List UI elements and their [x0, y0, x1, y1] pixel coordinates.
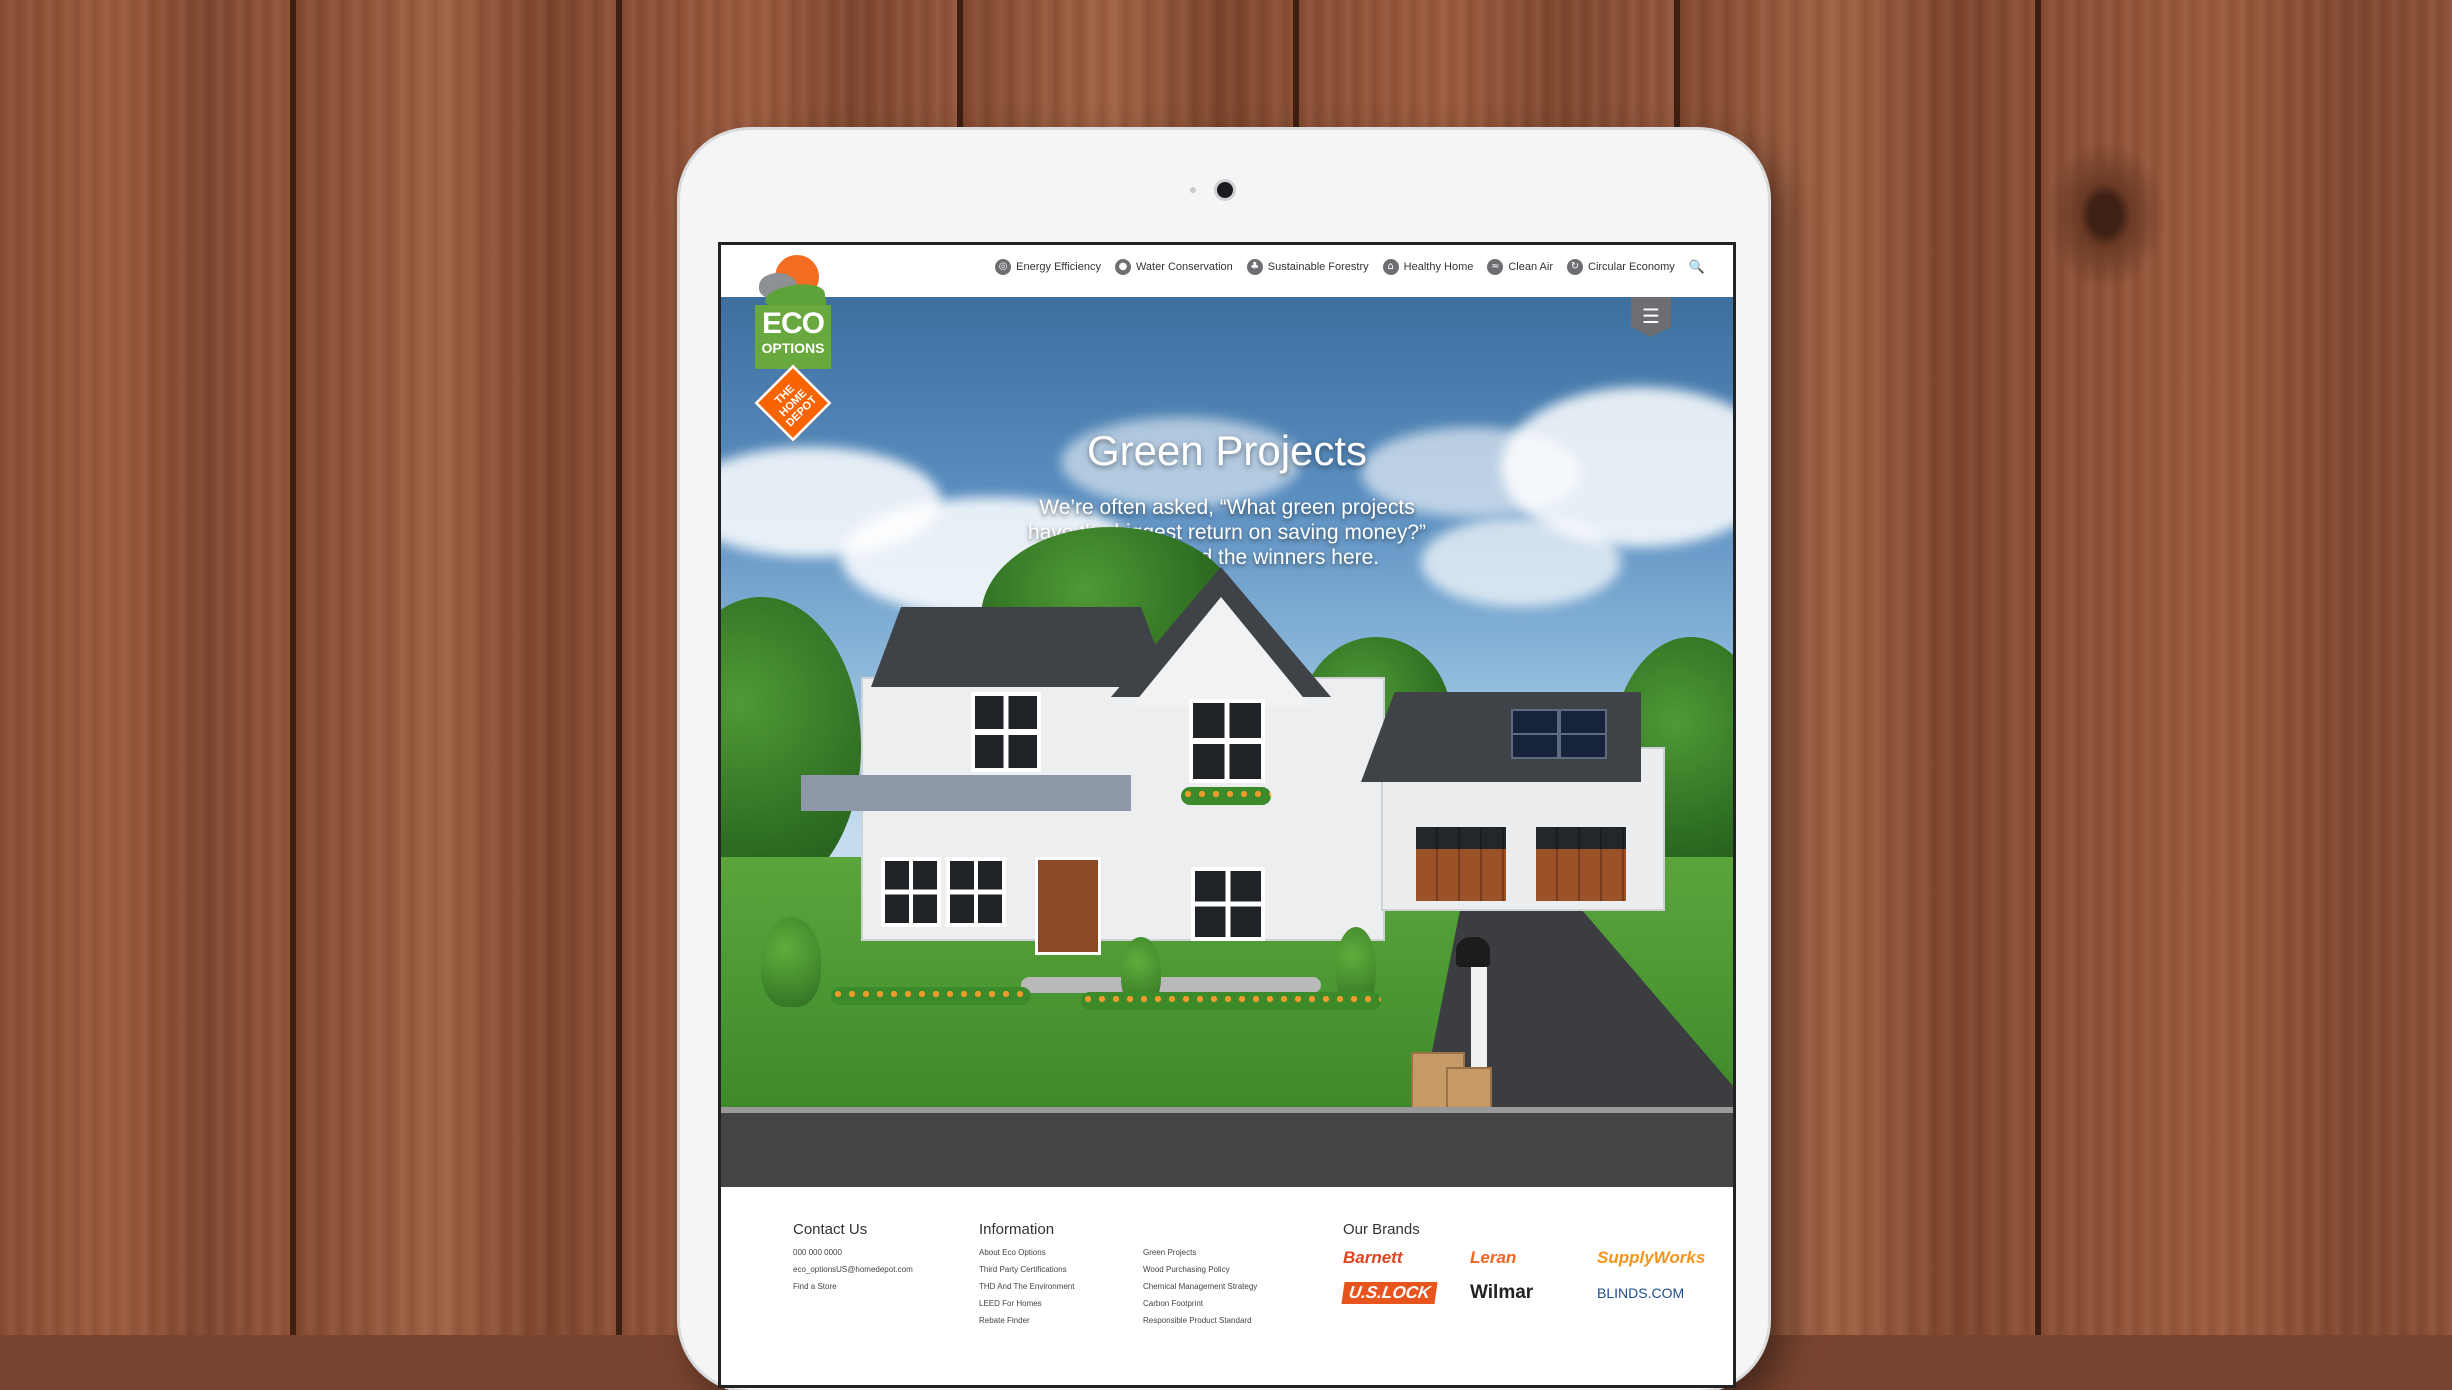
window-flower-box [1181, 787, 1271, 805]
footer-information: Information About Eco Options Third Part… [979, 1221, 1074, 1333]
house-window [1191, 867, 1265, 941]
nav-label: Clean Air [1508, 261, 1553, 273]
top-nav: ◎ Energy Efficiency ● Water Conservation… [995, 259, 1705, 275]
site-footer: Contact Us 000 000 0000 eco_optionsUS@ho… [721, 1187, 1733, 1385]
wood-knot [2045, 140, 2165, 290]
hero-line: have the biggest return on saving money?… [1027, 521, 1427, 544]
nav-water-conservation[interactable]: ● Water Conservation [1114, 259, 1233, 275]
brand-barnett-logo[interactable]: Barnett [1343, 1248, 1458, 1268]
tablet-device: ◎ Energy Efficiency ● Water Conservation… [680, 130, 1768, 1390]
flower-bed [1081, 992, 1381, 1010]
brand-uslock-logo[interactable]: U.S.LOCK [1341, 1282, 1438, 1304]
solar-panel [1511, 709, 1607, 759]
nav-label: Healthy Home [1403, 261, 1474, 273]
logo-eco-badge: ECO OPTIONS [755, 305, 831, 369]
footer-link[interactable]: Chemical Management Strategy [1143, 1282, 1257, 1291]
footer-brands: Our Brands Barnett Leran SupplyWorks U.S… [1341, 1221, 1712, 1304]
house-window [1189, 699, 1265, 783]
porch-roof [801, 775, 1131, 811]
footer-contact: Contact Us 000 000 0000 eco_optionsUS@ho… [793, 1221, 913, 1299]
nav-energy-efficiency[interactable]: ◎ Energy Efficiency [995, 259, 1101, 275]
hamburger-menu-icon[interactable]: ☰ [1631, 297, 1671, 337]
footer-link[interactable]: Wood Purchasing Policy [1143, 1265, 1257, 1274]
site-header: ◎ Energy Efficiency ● Water Conservation… [721, 245, 1733, 297]
footer-phone[interactable]: 000 000 0000 [793, 1248, 913, 1257]
walkway [1021, 977, 1321, 993]
nav-circular-economy[interactable]: ↻ Circular Economy [1567, 259, 1675, 275]
gauge-icon: ◎ [995, 259, 1012, 275]
tree-icon: ♣ [1246, 259, 1263, 275]
footer-heading: Contact Us [793, 1221, 868, 1238]
brand-wilmar-logo[interactable]: Wilmar [1470, 1282, 1585, 1304]
hero-banner: ☰ Green Projects We’re often asked, “Wha… [721, 297, 1733, 1187]
water-drop-icon: ● [1114, 259, 1131, 275]
nav-label: Water Conservation [1135, 261, 1233, 273]
brand-leran-logo[interactable]: Leran [1470, 1248, 1585, 1268]
brand-blinds-logo[interactable]: BLINDS.COM [1597, 1282, 1712, 1304]
logo-eco-text: ECO [761, 307, 825, 340]
home-icon: ⌂ [1382, 259, 1399, 275]
flower-bed [831, 987, 1031, 1005]
footer-email[interactable]: eco_optionsUS@homedepot.com [793, 1265, 913, 1274]
footer-find-store[interactable]: Find a Store [793, 1282, 913, 1291]
brand-logos: Barnett Leran SupplyWorks U.S.LOCK Wilma… [1341, 1248, 1712, 1304]
house-window [971, 692, 1041, 772]
footer-link[interactable]: About Eco Options [979, 1248, 1074, 1257]
hero-line: We’ve outlined the winners here. [1074, 546, 1380, 569]
footer-link[interactable]: Responsible Product Standard [1143, 1316, 1257, 1325]
cycle-icon: ↻ [1567, 259, 1583, 275]
house-window [881, 857, 941, 927]
hero-line: We’re often asked, “What green projects [1039, 496, 1415, 519]
tablet-sensor [1190, 187, 1196, 193]
wood-plank [0, 0, 296, 1335]
nav-label: Energy Efficiency [1016, 261, 1101, 273]
nav-label: Circular Economy [1588, 261, 1675, 273]
house-roof [871, 607, 1171, 687]
footer-information-col2: Green Projects Wood Purchasing Policy Ch… [1143, 1248, 1257, 1333]
nav-sustainable-forestry[interactable]: ♣ Sustainable Forestry [1246, 259, 1369, 275]
nav-label: Sustainable Forestry [1267, 261, 1369, 273]
footer-link[interactable]: Third Party Certifications [979, 1265, 1074, 1274]
footer-link[interactable]: Rebate Finder [979, 1316, 1074, 1325]
eco-options-logo[interactable]: ECO OPTIONS THE HOME DEPOT [754, 253, 832, 442]
tablet-camera [1217, 182, 1233, 198]
footer-link[interactable]: THD And The Environment [979, 1282, 1074, 1291]
street [721, 1107, 1733, 1187]
logo-options-text: OPTIONS [761, 340, 825, 356]
shrub [761, 917, 821, 1007]
footer-link[interactable]: Carbon Footprint [1143, 1299, 1257, 1308]
footer-heading: Our Brands [1343, 1221, 1420, 1238]
wood-plank [296, 0, 622, 1335]
house-window [946, 857, 1006, 927]
footer-heading: Information [979, 1221, 1055, 1238]
nav-healthy-home[interactable]: ⌂ Healthy Home [1382, 259, 1474, 275]
brand-supplyworks-logo[interactable]: SupplyWorks [1597, 1248, 1712, 1268]
wind-icon: ≈ [1487, 259, 1504, 275]
mailbox [1456, 937, 1490, 967]
search-icon[interactable]: 🔍 [1689, 260, 1705, 275]
hero-title: Green Projects [1086, 427, 1368, 474]
tablet-screen: ◎ Energy Efficiency ● Water Conservation… [718, 242, 1736, 1388]
footer-link[interactable]: LEED For Homes [979, 1299, 1074, 1308]
hero-subtitle: We’re often asked, “What green projects … [721, 495, 1733, 570]
garage-door [1536, 827, 1626, 901]
footer-link[interactable]: Green Projects [1143, 1248, 1257, 1257]
nav-clean-air[interactable]: ≈ Clean Air [1487, 259, 1553, 275]
front-door [1035, 857, 1101, 955]
garage-door [1416, 827, 1506, 901]
tree [721, 597, 861, 897]
